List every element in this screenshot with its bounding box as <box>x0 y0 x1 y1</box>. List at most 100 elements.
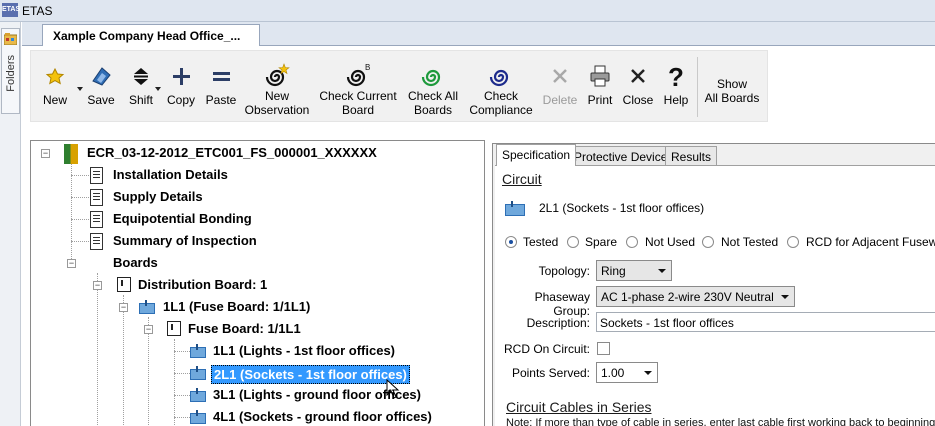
description-label: Description: <box>526 316 590 330</box>
points-served-select[interactable]: 1.00 <box>596 362 658 383</box>
tree-collapse-toggle[interactable]: − <box>119 303 128 312</box>
tab-results[interactable]: Results <box>665 146 718 165</box>
status-not-tested-radio[interactable] <box>702 236 714 248</box>
tree-root-label: ECR_03-12-2012_ETC001_FS_000001_XXXXXX <box>87 145 377 160</box>
chevron-down-icon <box>781 295 789 299</box>
window-title: ETAS <box>22 4 53 18</box>
paste-equals-icon <box>213 72 230 81</box>
rcd-on-circuit-checkbox[interactable] <box>597 342 610 355</box>
status-spare-label[interactable]: Spare <box>585 235 617 249</box>
copy-button[interactable]: Copy <box>163 51 199 123</box>
tab-specification[interactable]: Specification <box>496 144 577 166</box>
folders-tab[interactable]: Folders <box>1 28 20 114</box>
tree-connector <box>174 351 190 352</box>
check-current-board-line1: Check Current <box>319 89 397 103</box>
phaseway-group-select[interactable]: AC 1-phase 2-wire 230V Neutral <box>596 286 795 307</box>
status-tested-radio[interactable] <box>505 236 517 248</box>
circuit-fuse-icon <box>505 201 525 216</box>
circuit-fuse-icon <box>190 344 206 358</box>
close-button[interactable]: Close <box>619 51 657 123</box>
tree-connector <box>174 339 175 426</box>
topology-label: Topology: <box>538 264 590 278</box>
check-current-board-line2: Board <box>341 103 375 117</box>
tree-collapse-toggle[interactable]: − <box>67 259 76 268</box>
check-compliance-line1: Check <box>483 89 518 103</box>
check-all-boards-button[interactable]: Check All Boards <box>403 51 463 123</box>
delete-button[interactable]: Delete <box>539 51 581 123</box>
svg-text:?: ? <box>668 63 684 89</box>
tree-connector <box>174 373 190 374</box>
check-current-board-spiral-icon: B <box>346 63 370 87</box>
tree-connector <box>71 175 89 176</box>
show-all-boards-line2: All Boards <box>704 91 760 105</box>
paste-button[interactable]: Paste <box>201 51 241 123</box>
status-rcd-adjacent-label[interactable]: RCD for Adjacent Fuseway <box>806 235 935 249</box>
tree-connector <box>71 163 72 265</box>
fuse-board-icon <box>167 321 181 336</box>
toolbar: New Save Shift Copy Paste New Observatio… <box>30 50 768 122</box>
shift-button[interactable]: Shift <box>121 51 161 123</box>
save-icon <box>92 67 111 86</box>
circuit-fuse-icon <box>190 388 206 402</box>
new-observation-button[interactable]: New Observation <box>241 51 313 123</box>
shift-dropdown-arrow-icon[interactable] <box>155 87 161 91</box>
tree-item-label: Boards <box>113 255 158 270</box>
tree-connector <box>71 219 89 220</box>
status-not-used-radio[interactable] <box>626 236 638 248</box>
document-tabstrip: Xample Company Head Office_... <box>22 22 935 46</box>
tree-item-label-selected: 2L1 (Sockets - 1st floor offices) <box>211 365 410 384</box>
new-button[interactable]: New <box>35 51 83 123</box>
topology-select[interactable]: Ring <box>596 260 672 281</box>
section-circuit-cables-heading: Circuit Cables in Series <box>506 399 652 415</box>
phaseway-group-label: Phaseway Group: <box>534 290 590 318</box>
tree-item-label: Summary of Inspection <box>113 233 257 248</box>
chevron-down-icon <box>644 371 652 375</box>
folders-pane: Folders <box>0 22 21 426</box>
check-compliance-spiral-icon <box>489 69 509 87</box>
status-not-used-label[interactable]: Not Used <box>645 235 695 249</box>
tree-collapse-toggle[interactable]: − <box>41 149 50 158</box>
paste-label: Paste <box>205 93 237 107</box>
delete-label: Delete <box>542 93 578 107</box>
toolbar-separator <box>697 57 698 117</box>
document-tab[interactable]: Xample Company Head Office_... <box>42 24 260 46</box>
tab-protective-device[interactable]: Protective Device <box>568 146 674 165</box>
check-compliance-button[interactable]: Check Compliance <box>465 51 537 123</box>
tree-collapse-toggle[interactable]: − <box>93 281 102 290</box>
copy-label: Copy <box>166 93 195 107</box>
circuit-fuse-icon <box>190 410 206 424</box>
new-label: New <box>42 93 67 107</box>
status-rcd-adjacent-radio[interactable] <box>787 236 799 248</box>
check-all-boards-line1: Check All <box>407 89 459 103</box>
new-observation-spiral-icon <box>265 63 290 87</box>
title-bar: ETAS ETAS <box>0 0 935 22</box>
help-label: Help <box>663 93 689 107</box>
description-input[interactable]: Sockets - 1st floor offices <box>596 312 935 332</box>
check-current-board-button[interactable]: B Check Current Board <box>315 51 401 123</box>
tree-view[interactable]: − ECR_03-12-2012_ETC001_FS_000001_XXXXXX… <box>30 140 485 426</box>
save-button[interactable]: Save <box>83 51 119 123</box>
fuse-icon <box>139 300 155 314</box>
tree-item-label: Supply Details <box>113 189 203 204</box>
save-label: Save <box>87 93 115 107</box>
status-not-tested-label[interactable]: Not Tested <box>721 235 778 249</box>
tree-collapse-toggle[interactable]: − <box>144 325 153 334</box>
show-all-boards-button[interactable]: Show All Boards <box>699 51 765 123</box>
chevron-down-icon <box>658 269 666 273</box>
print-button[interactable]: Print <box>581 51 619 123</box>
status-spare-radio[interactable] <box>567 236 579 248</box>
new-observation-line2: Observation <box>244 103 310 117</box>
phaseway-group-value: AC 1-phase 2-wire 230V Neutral <box>601 290 774 304</box>
document-icon <box>90 211 103 228</box>
points-served-value: 1.00 <box>601 366 625 380</box>
tree-connector <box>71 197 89 198</box>
document-icon <box>90 189 103 206</box>
tree-item-label: Equipotential Bonding <box>113 211 252 226</box>
shift-icon <box>134 68 148 85</box>
help-button[interactable]: ? Help <box>657 51 695 123</box>
tree-item-label: 4L1 (Sockets - ground floor offices) <box>213 409 432 424</box>
tree-item-label: Distribution Board: 1 <box>138 277 268 292</box>
tree-item-label: Fuse Board: 1/1L1 <box>188 321 301 336</box>
status-tested-label[interactable]: Tested <box>523 235 558 249</box>
tree-connector <box>71 241 89 242</box>
